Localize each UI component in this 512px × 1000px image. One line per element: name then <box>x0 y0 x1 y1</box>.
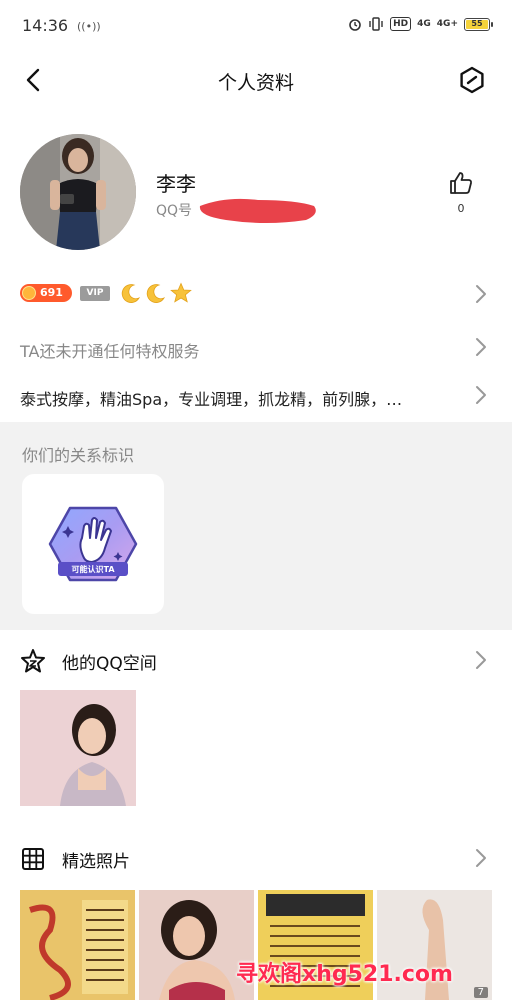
like-button[interactable]: 0 <box>446 170 476 230</box>
relation-title: 你们的关系标识 <box>22 446 135 465</box>
star-icon <box>170 282 192 303</box>
signal-4g-plus-icon: 4G+ <box>436 19 458 29</box>
qzone-label: 他的QQ空间 <box>62 654 157 674</box>
status-time: 14:36 <box>22 16 69 35</box>
relation-card[interactable]: 可能认识TA <box>22 474 164 614</box>
vip-badge: VIP <box>80 286 110 301</box>
photos-header[interactable]: 精选照片 <box>0 832 512 884</box>
status-icons: HD 4G 4G+ 55 <box>348 17 493 31</box>
privilege-row[interactable]: TA还未开通任何特权服务 <box>0 326 512 370</box>
relation-badge-label: 可能认识TA <box>71 565 115 574</box>
qzone-star-icon <box>21 649 45 673</box>
photo-count-badge: 7 <box>473 987 488 998</box>
photo-thumbnail[interactable] <box>20 890 135 1000</box>
chevron-right-icon <box>476 651 486 669</box>
avatar-image <box>20 134 136 250</box>
battery-level: 55 <box>466 19 488 29</box>
moon-icon <box>146 284 166 303</box>
level-badge: 691 <box>20 284 72 302</box>
like-count: 0 <box>457 202 465 215</box>
chevron-right-icon <box>476 849 486 867</box>
relation-section: 你们的关系标识 可能认识TA <box>0 422 512 630</box>
hd-icon: HD <box>390 17 412 31</box>
qq-number-label: QQ号 <box>156 203 193 219</box>
badges-row[interactable]: 691 VIP <box>0 272 512 316</box>
coin-icon <box>22 286 36 300</box>
privilege-text: TA还未开通任何特权服务 <box>20 342 200 361</box>
nav-bar: 个人资料 <box>0 52 512 108</box>
photo-image <box>20 890 135 1000</box>
hotspot-icon: ((•)) <box>77 20 101 33</box>
signal-4g-icon: 4G <box>417 19 431 29</box>
qzone-header[interactable]: 他的QQ空间 <box>0 634 512 686</box>
chevron-right-icon <box>476 386 486 404</box>
chevron-right-icon <box>476 338 486 356</box>
menu-icon[interactable] <box>458 66 486 94</box>
tags-text: 泰式按摩，精油Spa，专业调理，抓龙精，前列腺，… <box>20 390 403 409</box>
profile-name: 李李 <box>156 172 196 196</box>
tags-row[interactable]: 泰式按摩，精油Spa，专业调理，抓龙精，前列腺，… <box>0 374 512 418</box>
moon-icon <box>121 284 141 303</box>
status-bar: 14:36 ((•)) HD 4G 4G+ 55 <box>0 0 512 52</box>
level-value: 691 <box>40 286 63 299</box>
grid-icon <box>22 848 44 870</box>
photos-label: 精选照片 <box>62 852 130 872</box>
avatar[interactable] <box>20 134 136 250</box>
chevron-right-icon <box>476 285 486 303</box>
alarm-icon <box>349 19 361 31</box>
redaction-mark <box>199 198 316 223</box>
qzone-photo[interactable] <box>20 690 136 806</box>
battery-icon: 55 <box>464 17 493 31</box>
page-title: 个人资料 <box>217 72 294 94</box>
qzone-photo-image <box>20 690 136 806</box>
watermark-text: 寻欢阁xhg521.com <box>236 962 453 987</box>
thumbs-up-icon <box>450 172 472 194</box>
profile-header: 李李 QQ号 0 <box>0 130 512 260</box>
vibrate-icon <box>369 17 383 31</box>
